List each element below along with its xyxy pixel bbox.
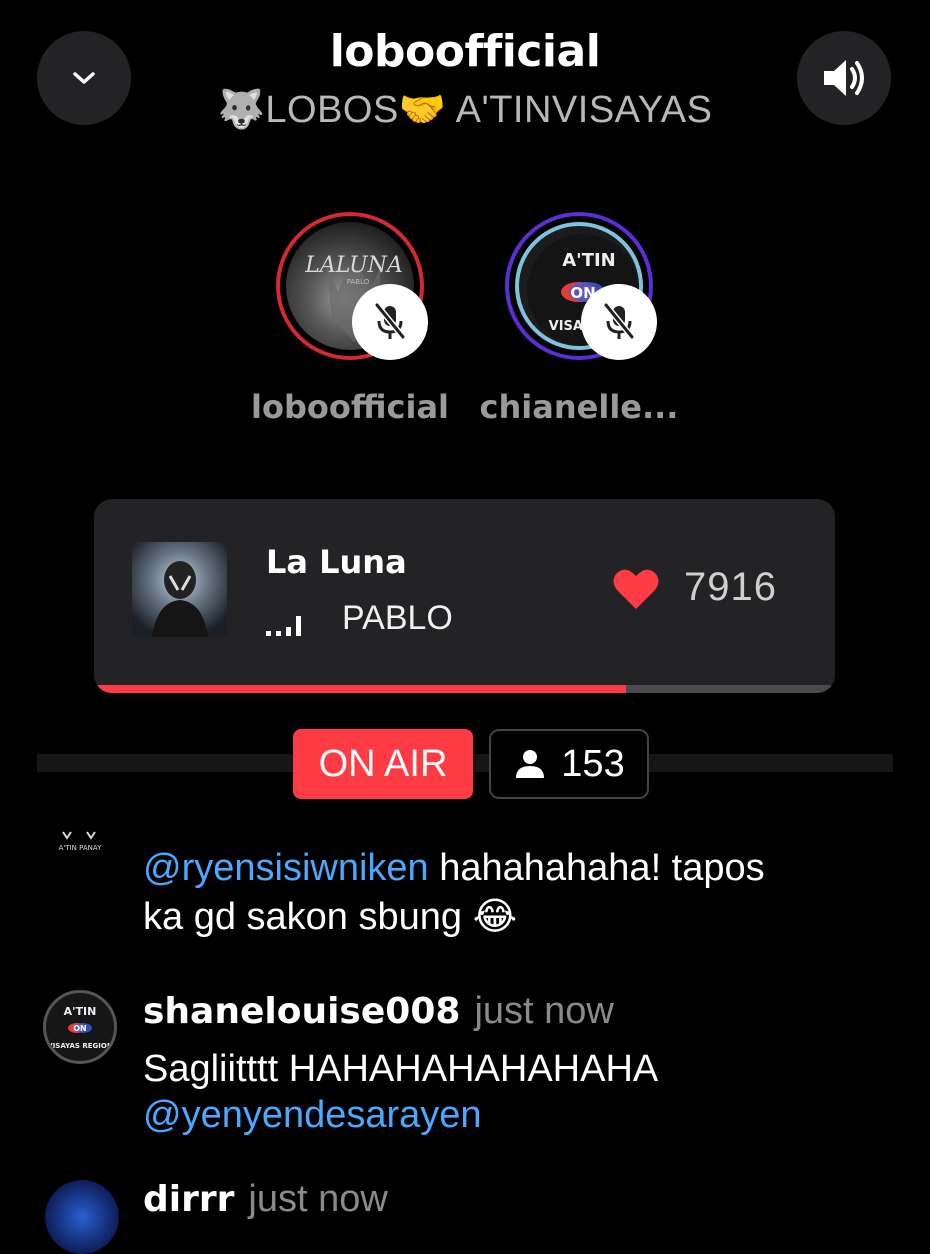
avatar-logo-text: A'TIN xyxy=(562,250,615,271)
page-subtitle: 🐺LOBOS🤝 A'TINVISAYAS xyxy=(217,89,713,131)
speaker-loboofficial[interactable]: LALUNA PABLO loboofficial xyxy=(235,212,465,426)
mention-link[interactable]: @yenyendesarayen xyxy=(143,1094,482,1136)
mute-badge xyxy=(581,284,657,360)
album-art xyxy=(132,542,227,637)
playback-progress-fill xyxy=(98,685,626,693)
mute-badge xyxy=(352,284,428,360)
avatar: A'TIN ON VISAYAS xyxy=(505,212,657,360)
atin-visayas-region-logo: A'TIN ON VISAYAS REGION xyxy=(47,1005,113,1050)
playback-progress-bar xyxy=(98,685,831,693)
svg-text:A'TIN: A'TIN xyxy=(64,1005,97,1018)
avatar[interactable]: A'TIN ON VISAYAS REGION xyxy=(43,990,117,1064)
person-icon xyxy=(516,750,545,778)
comment-time: just now xyxy=(248,1178,388,1220)
comment-text: @ryensisiwniken hahahahaha! tapos xyxy=(143,843,765,893)
comment-header: shanelouise008 just now xyxy=(143,986,614,1037)
avatar: LALUNA PABLO xyxy=(276,212,428,360)
song-title: La Luna xyxy=(266,543,407,581)
avatar-logo-text: LALUNA xyxy=(304,253,403,278)
avatar[interactable] xyxy=(45,1180,119,1254)
equalizer-icon xyxy=(266,612,301,636)
comment-text: Sagliitttt HAHAHAHAHAHAHA xyxy=(143,1048,659,1090)
speaker-name: loboofficial xyxy=(250,388,449,426)
volume-button[interactable] xyxy=(797,31,891,125)
page-title: loboofficial xyxy=(329,26,601,77)
comment-username[interactable]: shanelouise008 xyxy=(143,991,460,1032)
like-button[interactable] xyxy=(612,567,660,616)
speaker-chianelle[interactable]: A'TIN ON VISAYAS chianelle... xyxy=(464,212,694,426)
song-artist: PABLO xyxy=(342,599,453,637)
avatar-logo-subtext: PABLO xyxy=(347,278,370,286)
avatar-logo-text: A'TIN PANAY xyxy=(59,844,103,852)
mention-link[interactable]: @ryensisiwniken xyxy=(143,847,429,889)
speaker-volume-icon xyxy=(824,60,864,96)
comment-body: hahahahaha! tapos xyxy=(428,847,765,889)
heart-icon xyxy=(613,569,659,609)
mic-off-icon xyxy=(374,303,406,339)
listener-count-button[interactable]: 153 xyxy=(489,729,649,799)
on-air-badge: ON AIR xyxy=(293,729,473,799)
mic-off-icon xyxy=(603,303,635,339)
svg-text:VISAYAS REGION: VISAYAS REGION xyxy=(47,1042,113,1050)
now-playing-card[interactable]: La Luna PABLO 7916 xyxy=(94,499,835,693)
comment-time: just now xyxy=(474,990,614,1032)
svg-text:ON: ON xyxy=(73,1024,87,1033)
comment-mention: @yenyendesarayen xyxy=(143,1090,482,1140)
like-count: 7916 xyxy=(684,565,777,609)
listener-count: 153 xyxy=(561,742,625,785)
atin-panay-logo: A'TIN PANAY xyxy=(59,831,103,852)
avatar[interactable]: A'TIN PANAY xyxy=(43,818,117,892)
speaker-name: chianelle... xyxy=(479,388,679,426)
album-art-figure xyxy=(152,561,208,637)
comment-text-continued: ka gd sakon sbung 😂 xyxy=(143,896,517,938)
